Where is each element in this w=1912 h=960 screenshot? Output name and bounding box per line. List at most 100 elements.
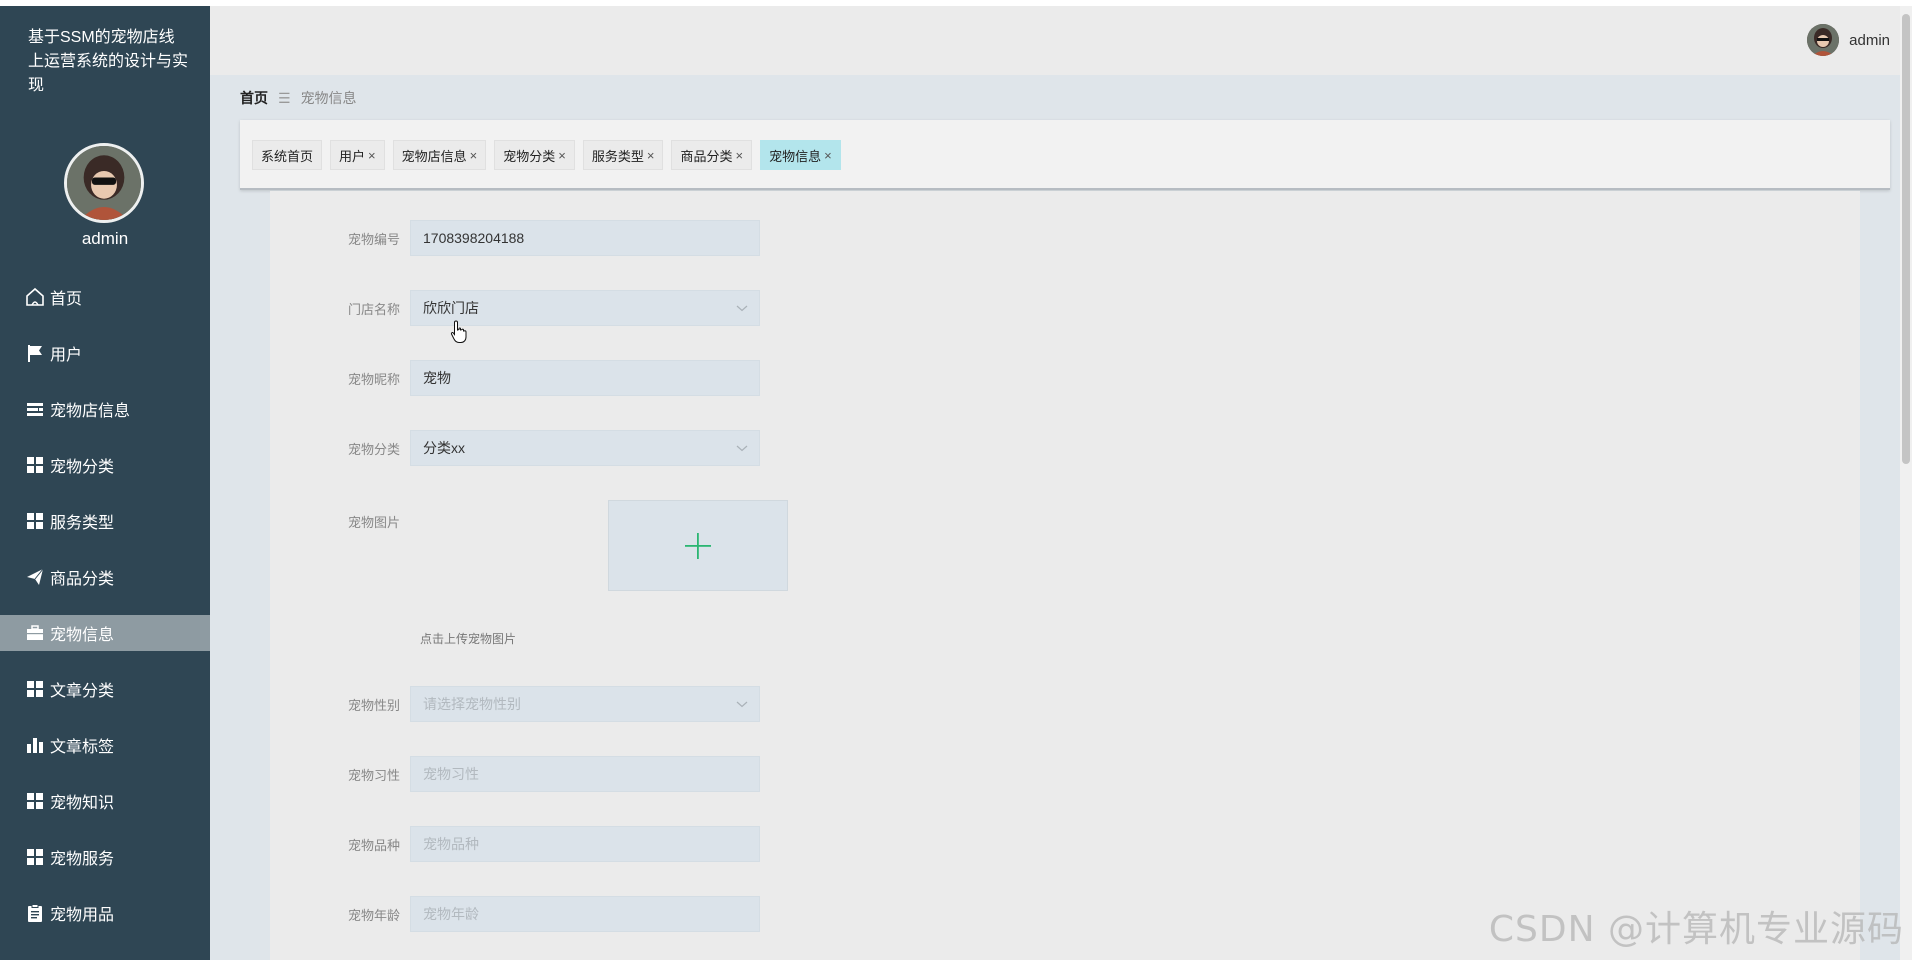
close-icon[interactable]: × (558, 148, 566, 163)
sidebar-username: admin (81, 229, 129, 248)
paper-plane-icon (24, 566, 46, 588)
pet-category-value: 分类xx (423, 440, 465, 456)
grid-icon (24, 790, 46, 812)
breadcrumb-home[interactable]: 首页 (240, 88, 268, 108)
sidebar-item-label: 用户 (50, 347, 83, 364)
tab-label: 用户 (339, 148, 366, 164)
sidebar-item-home[interactable]: 首页 (0, 269, 210, 325)
tab-pet-category[interactable]: 宠物分类 × (494, 140, 575, 170)
pet-no-label: 宠物编号 (347, 231, 400, 247)
form-row-pet-category: 宠物分类 分类xx (270, 430, 760, 466)
sidebar-item-pet-service[interactable]: 宠物服务 (0, 829, 210, 885)
pet-no-input[interactable]: 1708398204188 (410, 220, 760, 256)
sidebar-item-label: 首页 (50, 291, 83, 308)
sidebar-item-article-tag[interactable]: 文章标签 (0, 717, 210, 773)
pet-image-upload[interactable] (608, 500, 788, 591)
grid-icon (24, 510, 46, 532)
tab-label: 服务类型 (591, 148, 644, 164)
chevron-down-icon (736, 445, 748, 452)
sidebar-item-label: 宠物分类 (50, 459, 115, 476)
pet-category-select[interactable]: 分类xx (410, 430, 760, 466)
pet-nickname-input[interactable]: 宠物 (410, 360, 760, 396)
form-row-pet-age: 宠物年龄 宠物年龄 (270, 896, 760, 932)
close-icon[interactable]: × (735, 148, 743, 163)
grid-icon (24, 846, 46, 868)
tab-pet-info[interactable]: 宠物信息 × (760, 140, 841, 170)
pet-nickname-label: 宠物昵称 (347, 371, 400, 387)
bar-chart-icon (24, 734, 46, 756)
app-title: 基于SSM的宠物店线上运营系统的设计与实现 (28, 29, 189, 94)
pet-breed-input[interactable]: 宠物品种 (410, 826, 760, 862)
pet-category-label: 宠物分类 (347, 441, 400, 457)
list-icon (24, 398, 46, 420)
tab-label: 商品分类 (680, 148, 733, 164)
close-icon[interactable]: × (470, 148, 478, 163)
tabs-bar: 系统首页 用户 × 宠物店信息 × 宠物分类 × 服务类型 × 商品分类 × 宠物信息 × (240, 120, 1890, 190)
sidebar-item-label: 商品分类 (50, 571, 115, 588)
sidebar-item-pet-knowledge[interactable]: 宠物知识 (0, 773, 210, 829)
tab-goods-category[interactable]: 商品分类 × (671, 140, 753, 170)
pet-info-form: 宠物编号 1708398204188 门店名称 欣欣门店 宠物昵称 宠物 宠物分… (270, 191, 1860, 960)
pet-age-input[interactable]: 宠物年龄 (410, 896, 760, 932)
form-row-pet-nickname: 宠物昵称 宠物 (270, 360, 760, 396)
sidebar-item-label: 文章标签 (50, 739, 115, 756)
sidebar-item-goods-category[interactable]: 商品分类 (0, 549, 210, 605)
tab-label: 宠物分类 (503, 148, 556, 164)
pet-breed-label: 宠物品种 (347, 837, 400, 853)
briefcase-icon (24, 622, 46, 644)
sidebar-item-label: 宠物用品 (50, 907, 115, 924)
chevron-down-icon (736, 305, 748, 312)
sidebar-item-pet-info[interactable]: 宠物信息 (0, 615, 210, 651)
form-row-pet-habit: 宠物习性 宠物习性 (270, 756, 760, 792)
sidebar-menu: 首页 用户 宠物店信息 宠物分类 服务类型 商品分类 宠物信息 文章分类 文章标… (0, 269, 210, 941)
hand-pointer-icon (450, 320, 468, 349)
tab-label: 系统首页 (261, 148, 314, 164)
form-row-pet-no: 宠物编号 1708398204188 (270, 220, 760, 256)
close-icon[interactable]: × (824, 148, 832, 163)
flag-icon (24, 342, 46, 364)
tab-users[interactable]: 用户 × (330, 140, 385, 170)
scrollbar[interactable] (1900, 6, 1912, 960)
sidebar-item-label: 宠物店信息 (50, 403, 131, 420)
plus-icon (685, 532, 711, 559)
clipboard-icon (24, 902, 46, 924)
sidebar-item-service-type[interactable]: 服务类型 (0, 493, 210, 549)
sidebar-item-label: 宠物知识 (50, 795, 115, 812)
breadcrumb-separator-icon: ☰ (278, 89, 291, 106)
tab-system-home[interactable]: 系统首页 (252, 140, 323, 170)
scrollbar-thumb[interactable] (1902, 14, 1910, 464)
home-icon (24, 286, 46, 308)
form-row-pet-gender: 宠物性别 请选择宠物性别 (270, 686, 760, 722)
sidebar-item-label: 服务类型 (50, 515, 115, 532)
sidebar-item-article-category[interactable]: 文章分类 (0, 661, 210, 717)
grid-icon (24, 454, 46, 476)
header-user-menu[interactable]: admin (1807, 24, 1890, 56)
tab-service-type[interactable]: 服务类型 × (582, 140, 664, 170)
pet-gender-label: 宠物性别 (347, 697, 400, 713)
pet-image-label: 宠物图片 (347, 515, 400, 530)
chevron-down-icon (736, 701, 748, 708)
sidebar-item-pet-category[interactable]: 宠物分类 (0, 437, 210, 493)
store-name-label: 门店名称 (347, 301, 400, 317)
sidebar: 基于SSM的宠物店线上运营系统的设计与实现 admin 首页 用户 宠物店信息 … (0, 0, 210, 960)
sidebar-item-label: 文章分类 (50, 683, 115, 700)
upload-tip: 点击上传宠物图片 (420, 632, 517, 646)
close-icon[interactable]: × (368, 148, 376, 163)
form-row-store-name: 门店名称 欣欣门店 (270, 290, 760, 326)
pet-habit-input[interactable]: 宠物习性 (410, 756, 760, 792)
tab-pet-store-info[interactable]: 宠物店信息 × (392, 140, 487, 170)
pet-age-label: 宠物年龄 (347, 907, 400, 923)
pet-gender-placeholder: 请选择宠物性别 (423, 696, 521, 712)
sidebar-item-label: 宠物信息 (50, 627, 115, 644)
avatar[interactable] (64, 143, 144, 223)
sidebar-item-users[interactable]: 用户 (0, 325, 210, 381)
pet-gender-select[interactable]: 请选择宠物性别 (410, 686, 760, 722)
breadcrumb-current: 宠物信息 (300, 90, 357, 106)
close-icon[interactable]: × (647, 148, 655, 163)
form-row-pet-breed: 宠物品种 宠物品种 (270, 826, 760, 862)
sidebar-item-pet-store-info[interactable]: 宠物店信息 (0, 381, 210, 437)
tab-label: 宠物信息 (769, 148, 822, 164)
breadcrumb: 首页 ☰ 宠物信息 (240, 88, 357, 108)
sidebar-item-pet-supplies[interactable]: 宠物用品 (0, 885, 210, 941)
watermark: CSDN @计算机专业源码 (1488, 909, 1904, 950)
